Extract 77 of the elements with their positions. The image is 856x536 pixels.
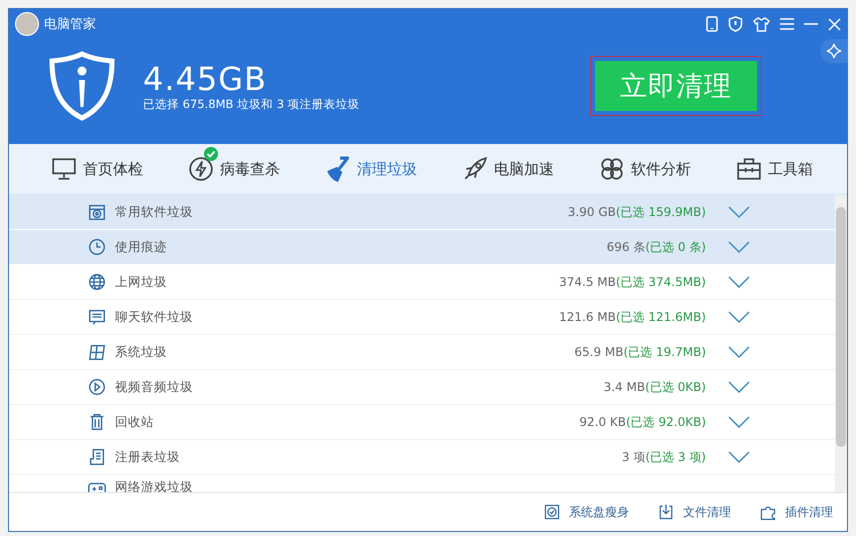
shield-logo-icon bbox=[49, 51, 115, 121]
selection-summary: 已选择 675.8MB 垃圾和 3 项注册表垃圾 bbox=[143, 96, 360, 112]
chevron-down-icon[interactable] bbox=[728, 276, 750, 288]
category-size: 3 项 bbox=[622, 448, 646, 466]
avatar[interactable] bbox=[15, 12, 39, 36]
selected-size: (已选 92.0KB) bbox=[626, 414, 706, 430]
play-icon bbox=[87, 377, 107, 397]
footer-link[interactable]: 文件清理 bbox=[657, 503, 731, 521]
toolbox-icon bbox=[736, 156, 762, 182]
nav-tab[interactable]: 电脑加速 bbox=[458, 149, 573, 189]
category-name: 上网垃圾 bbox=[115, 274, 167, 290]
category-size: 92.0 KB bbox=[579, 415, 626, 429]
sparkle-button[interactable] bbox=[820, 39, 848, 63]
nav-tab[interactable]: 病毒查杀 bbox=[184, 149, 299, 189]
category-size: 3.90 GB bbox=[568, 205, 616, 219]
selected-size: (已选 0 条) bbox=[645, 238, 706, 256]
chevron-down-icon[interactable] bbox=[728, 206, 750, 218]
monitor-icon bbox=[51, 156, 77, 182]
category-size: 65.9 MB bbox=[574, 345, 624, 359]
junk-category-row[interactable]: 上网垃圾 374.5 MB(已选 374.5MB) bbox=[9, 265, 835, 300]
junk-category-row[interactable]: 回收站 92.0 KB(已选 92.0KB) bbox=[9, 405, 835, 440]
footer-link[interactable]: 插件清理 bbox=[759, 503, 833, 521]
chevron-down-icon[interactable] bbox=[728, 241, 750, 253]
chevron-down-icon[interactable] bbox=[728, 416, 750, 428]
nav-tab[interactable]: 首页体检 bbox=[47, 149, 162, 189]
nav-tab[interactable]: 工具箱 bbox=[732, 149, 847, 189]
scroll-thumb[interactable] bbox=[836, 207, 846, 447]
junk-category-row[interactable]: 聊天软件垃圾 121.6 MB(已选 121.6MB) bbox=[9, 300, 835, 335]
download-icon bbox=[657, 503, 675, 521]
menu-icon[interactable] bbox=[780, 18, 794, 30]
junk-category-row[interactable]: 视频音频垃圾 3.4 MB(已选 0KB) bbox=[9, 370, 835, 405]
window-icon bbox=[87, 342, 107, 362]
selected-size: (已选 3 项) bbox=[645, 448, 706, 466]
chevron-down-icon[interactable] bbox=[728, 346, 750, 358]
close-icon[interactable] bbox=[828, 18, 841, 30]
shirt-icon[interactable] bbox=[753, 16, 770, 32]
category-size: 121.6 MB bbox=[559, 310, 616, 324]
chat-icon bbox=[87, 307, 107, 327]
category-size: 3.4 MB bbox=[604, 380, 646, 394]
category-name: 注册表垃圾 bbox=[115, 448, 180, 466]
clover-icon bbox=[599, 156, 625, 182]
disk-check-icon bbox=[543, 503, 561, 521]
broom-icon bbox=[325, 156, 351, 182]
rocket-icon bbox=[462, 156, 488, 182]
selected-size: (已选 19.7MB) bbox=[624, 344, 706, 360]
category-size: 696 条 bbox=[606, 238, 646, 256]
scrollbar[interactable] bbox=[835, 195, 847, 492]
nav-tab[interactable]: 清理垃圾 bbox=[321, 149, 436, 189]
shield-icon[interactable] bbox=[728, 16, 743, 32]
junk-category-row[interactable]: 常用软件垃圾 3.90 GB(已选 159.9MB) bbox=[9, 195, 835, 230]
category-name: 回收站 bbox=[115, 414, 154, 430]
category-name: 使用痕迹 bbox=[115, 238, 167, 256]
sparkle-icon bbox=[826, 43, 842, 59]
nav-tab[interactable]: 软件分析 bbox=[595, 149, 710, 189]
category-name: 常用软件垃圾 bbox=[115, 204, 193, 220]
document-icon bbox=[87, 447, 107, 467]
lightning-icon bbox=[188, 156, 214, 182]
selected-size: (已选 374.5MB) bbox=[616, 274, 706, 290]
footer-link[interactable]: 系统盘瘦身 bbox=[543, 503, 629, 521]
chevron-down-icon[interactable] bbox=[728, 451, 750, 463]
window-title: 电脑管家 bbox=[44, 16, 96, 33]
globe-icon bbox=[87, 272, 107, 292]
category-name: 视频音频垃圾 bbox=[115, 378, 193, 396]
category-name: 系统垃圾 bbox=[115, 344, 167, 360]
selected-size: (已选 121.6MB) bbox=[616, 308, 706, 326]
chevron-down-icon[interactable] bbox=[728, 311, 750, 323]
junk-category-row[interactable]: 注册表垃圾 3 项(已选 3 项) bbox=[9, 440, 835, 475]
junk-category-row[interactable]: 系统垃圾 65.9 MB(已选 19.7MB) bbox=[9, 335, 835, 370]
chevron-down-icon[interactable] bbox=[728, 381, 750, 393]
clock-icon bbox=[87, 237, 107, 257]
category-name: 聊天软件垃圾 bbox=[115, 308, 193, 326]
phone-icon[interactable] bbox=[706, 16, 718, 32]
junk-size: 4.45GB bbox=[143, 60, 268, 96]
category-size: 374.5 MB bbox=[559, 275, 616, 289]
selected-size: (已选 159.9MB) bbox=[616, 204, 706, 220]
selected-size: (已选 0KB) bbox=[645, 378, 706, 396]
junk-category-row[interactable]: 使用痕迹 696 条(已选 0 条) bbox=[9, 230, 835, 265]
